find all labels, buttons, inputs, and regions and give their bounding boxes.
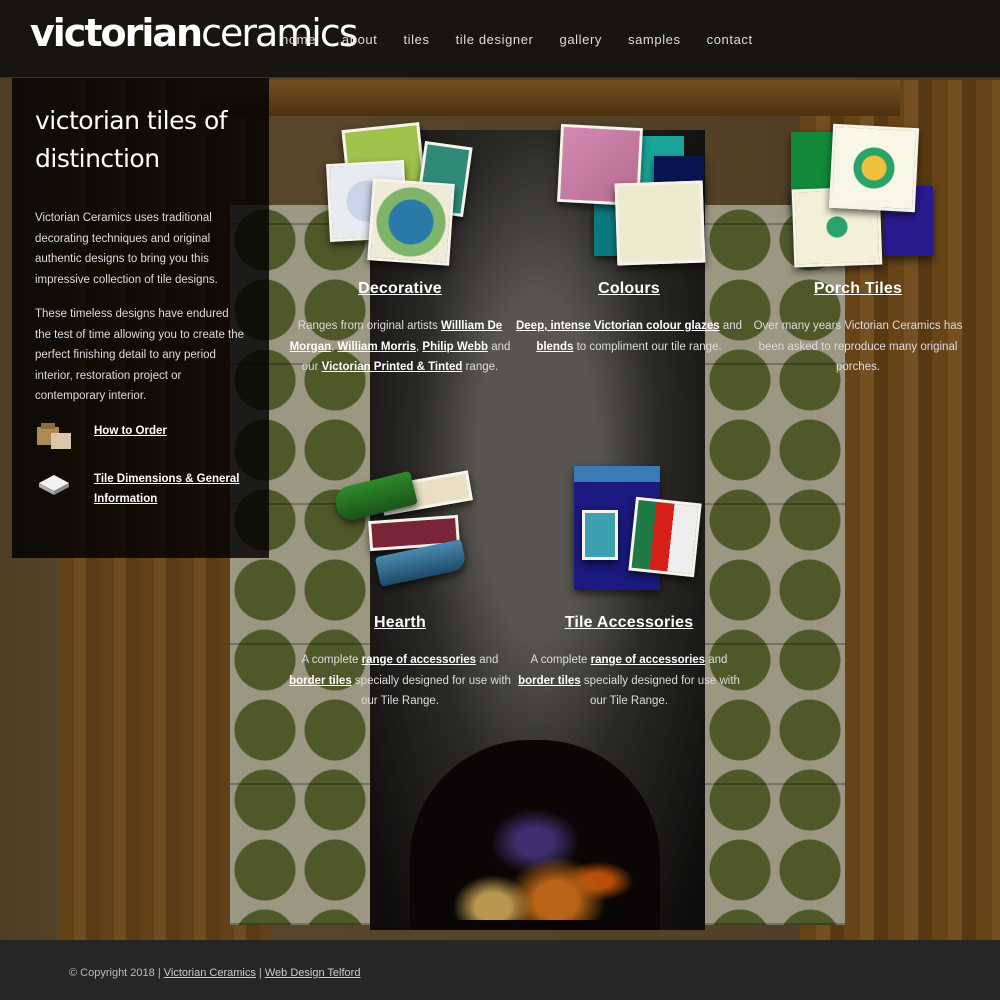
card-title-colours[interactable]: Colours [514,280,744,298]
card-hearth: Hearth A complete range of accessories a… [285,460,515,712]
nav-tile-designer[interactable]: tile designer [443,30,547,49]
link-william-morris[interactable]: William Morris [338,341,417,353]
card-title-hearth[interactable]: Hearth [285,614,515,632]
main-nav: home about tiles tile designer gallery s… [268,30,766,49]
card-colours: Colours Deep, intense Victorian colour g… [514,123,744,357]
hearth-tiles-image[interactable] [325,460,475,610]
link-victorian-printed-tinted[interactable]: Victorian Printed & Tinted [322,361,463,373]
tile-accessories-description: A complete range of accessories and bord… [518,654,740,707]
card-title-porch-tiles[interactable]: Porch Tiles [743,280,973,298]
link-border-tiles[interactable]: border tiles [289,675,352,687]
card-title-tile-accessories[interactable]: Tile Accessories [514,614,744,632]
copyright-line: © Copyright 2018 | Victorian Ceramics | … [69,967,361,979]
link-border-tiles-2[interactable]: border tiles [518,675,581,687]
footer-link-victorian-ceramics[interactable]: Victorian Ceramics [164,967,256,979]
intro-paragraph-1: Victorian Ceramics uses traditional deco… [35,212,218,286]
tile-dimensions-link[interactable]: Tile Dimensions & General Information [94,469,244,509]
nav-contact[interactable]: contact [694,30,766,49]
box-icon [37,422,71,449]
site-footer: © Copyright 2018 | Victorian Ceramics | … [0,940,1000,1000]
decorative-tiles-image[interactable] [325,122,475,276]
card-title-decorative[interactable]: Decorative [285,280,515,298]
nav-home[interactable]: home [268,30,329,49]
tile-dimensions-row: Tile Dimensions & General Information [35,469,247,509]
colours-tiles-image[interactable] [554,123,706,276]
link-range-of-accessories[interactable]: range of accessories [362,654,476,666]
link-blends[interactable]: blends [536,341,573,353]
intro-heading: victorian tiles of distinction [35,106,228,173]
colours-description: Deep, intense Victorian colour glazes an… [515,320,743,353]
intro-panel: victorian tiles of distinction Victorian… [12,78,269,558]
link-range-of-accessories-2[interactable]: range of accessories [591,654,705,666]
site-header: victorianceramics home about tiles tile … [0,0,1000,78]
tile-icon [39,474,69,495]
nav-samples[interactable]: samples [615,30,694,49]
porch-tiles-image[interactable] [783,123,933,276]
hearth-description: A complete range of accessories and bord… [289,654,511,707]
nav-tiles[interactable]: tiles [390,30,442,49]
footer-link-web-design-telford[interactable]: Web Design Telford [265,967,361,979]
tile-accessories-image[interactable] [554,460,704,610]
link-deep-colour-glazes[interactable]: Deep, intense Victorian colour glazes [516,320,720,332]
intro-paragraph-2: These timeless designs have endured the … [35,308,245,402]
how-to-order-link[interactable]: How to Order [94,421,244,441]
card-porch-tiles: Porch Tiles Over many years Victorian Ce… [743,123,973,378]
card-decorative: Decorative Ranges from original artists … [285,122,515,378]
how-to-order-row: How to Order [35,421,247,455]
decorative-description: Ranges from original artists Willliam De… [289,320,511,373]
porch-tiles-description: Over many years Victorian Ceramics has b… [753,320,963,373]
link-philip-webb[interactable]: Philip Webb [422,341,488,353]
card-tile-accessories: Tile Accessories A complete range of acc… [514,460,744,712]
nav-gallery[interactable]: gallery [547,30,616,49]
nav-about[interactable]: about [329,30,391,49]
